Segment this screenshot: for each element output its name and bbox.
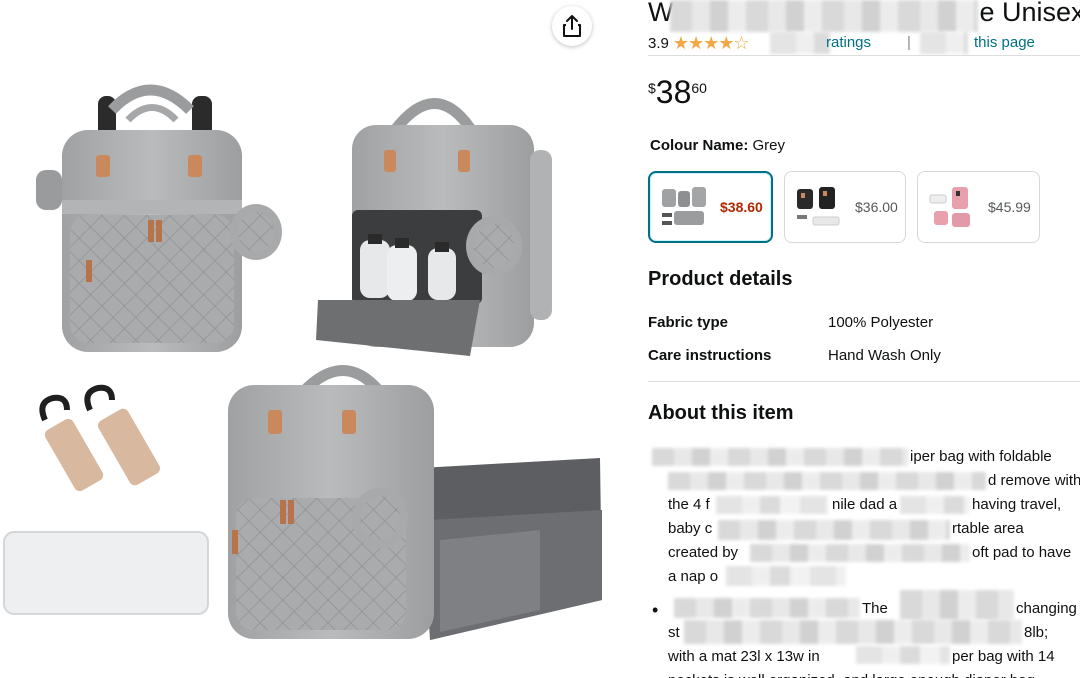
rating-value: 3.9	[648, 35, 669, 52]
about-text-fragment: with a mat 23l x 13w in	[668, 648, 820, 665]
about-text-fragment: baby c	[668, 520, 713, 537]
colour-name-value: Grey	[752, 137, 786, 154]
redacted-search-link	[920, 32, 968, 54]
backpack-open-image	[316, 98, 552, 356]
share-button[interactable]	[552, 6, 592, 46]
swatch-price: $36.00	[855, 199, 898, 215]
about-text-fragment: st	[668, 624, 680, 641]
rating-row[interactable]: 3.9 ★★★★☆	[648, 33, 750, 54]
search-page-link[interactable]: this page	[974, 34, 1035, 51]
divider	[648, 381, 1080, 382]
backpack-front-image	[36, 84, 282, 352]
redacted-text	[726, 566, 846, 586]
swatch-price: $45.99	[988, 199, 1031, 215]
colour-swatch-grey[interactable]: $38.60	[648, 171, 773, 243]
swatch-thumbnail-grey	[662, 187, 706, 225]
stroller-hooks-image	[39, 384, 161, 492]
detail-key: Fabric type	[648, 314, 729, 331]
redacted-text	[900, 496, 970, 514]
redacted-text	[900, 590, 1014, 620]
about-text-fragment: iper bag with foldable	[910, 448, 1052, 465]
redacted-text	[684, 620, 1022, 644]
redacted-text	[652, 448, 908, 466]
redacted-title	[670, 0, 978, 32]
redacted-text	[718, 520, 950, 540]
separator: |	[907, 34, 911, 51]
product-image-gallery[interactable]	[0, 0, 604, 678]
product-image[interactable]	[0, 0, 604, 678]
colour-swatch-black[interactable]: $36.00	[784, 171, 906, 243]
about-text-fragment: changing	[1016, 600, 1077, 617]
bullet-icon: •	[652, 600, 659, 620]
about-heading: About this item	[648, 402, 794, 424]
redacted-text	[674, 598, 860, 618]
backpack-bassinet-image	[228, 365, 602, 640]
redacted-rating-count	[770, 32, 830, 54]
colour-name-key: Colour Name:	[650, 137, 749, 154]
swatch-thumbnail-black	[797, 187, 840, 226]
redacted-text	[750, 544, 970, 562]
divider	[648, 55, 1080, 56]
product-page: We Unisex 3.9 ★★★★☆ ratings | this page …	[0, 0, 1080, 678]
detail-value: Hand Wash Only	[828, 347, 941, 364]
about-text-fragment: a nap o	[668, 568, 719, 585]
colour-swatch-pink[interactable]: $45.99	[917, 171, 1040, 243]
title-end: e Unisex	[979, 0, 1080, 27]
about-text-fragment: oft pad to have	[972, 544, 1072, 561]
swatch-thumbnail-pink	[929, 187, 970, 227]
price-whole: 38	[655, 74, 692, 110]
ratings-link[interactable]: ratings	[826, 34, 871, 51]
about-text-fragment: 8lb;	[1024, 624, 1049, 641]
star-rating-icon[interactable]: ★★★★☆	[673, 33, 750, 54]
about-text-fragment: d remove with	[988, 472, 1080, 489]
redacted-text	[856, 646, 950, 664]
about-text-fragment: the 4 f	[668, 496, 710, 513]
product-details-heading: Product details	[648, 268, 793, 290]
changing-pad-image	[3, 531, 209, 615]
detail-key: Care instructions	[648, 347, 772, 364]
about-text-fragment: nile dad a	[832, 496, 898, 513]
detail-value: 100% Polyester	[828, 314, 934, 331]
price: $ 38 60	[648, 72, 707, 112]
product-details-column: We Unisex 3.9 ★★★★☆ ratings | this page …	[604, 0, 1080, 678]
price-symbol: $	[648, 80, 656, 96]
share-icon	[563, 15, 581, 37]
price-fraction: 60	[691, 80, 707, 96]
about-text-fragment: The	[862, 600, 888, 617]
about-text-fragment: rtable area	[952, 520, 1024, 537]
colour-label: Colour Name: Grey	[650, 137, 785, 154]
redacted-text	[668, 472, 986, 490]
redacted-text	[716, 496, 828, 514]
about-text-fragment: pockets is well organized, and large eno…	[668, 669, 1035, 678]
about-text-fragment: having travel,	[972, 496, 1062, 513]
swatch-price: $38.60	[720, 199, 763, 215]
about-text-fragment: per bag with 14	[952, 648, 1055, 665]
about-text-fragment: created by	[668, 544, 739, 561]
